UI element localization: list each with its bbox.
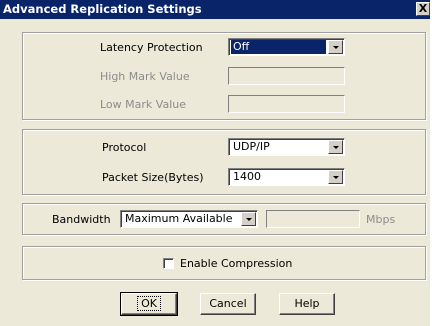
transport-group xyxy=(22,129,426,195)
high-mark-input[interactable] xyxy=(228,67,345,85)
latency-protection-value: Off xyxy=(231,40,326,54)
bandwidth-amount-input[interactable] xyxy=(266,210,360,228)
cancel-button-label: Cancel xyxy=(209,297,247,310)
close-icon[interactable]: X xyxy=(416,2,430,16)
bandwidth-mode-value: Maximum Available xyxy=(125,212,233,225)
packet-size-select[interactable]: 1400 xyxy=(228,168,345,186)
chevron-down-icon[interactable] xyxy=(241,212,256,226)
enable-compression-label[interactable]: Enable Compression xyxy=(180,257,292,270)
packet-size-value: 1400 xyxy=(233,170,261,183)
protocol-select[interactable]: UDP/IP xyxy=(228,138,345,156)
packet-size-label: Packet Size(Bytes) xyxy=(102,171,204,184)
low-mark-input[interactable] xyxy=(228,95,345,113)
high-mark-label: High Mark Value xyxy=(100,70,190,83)
window-title: Advanced Replication Settings xyxy=(3,2,202,16)
latency-group xyxy=(22,32,426,120)
chevron-down-icon[interactable] xyxy=(328,170,343,184)
bandwidth-mode-select[interactable]: Maximum Available xyxy=(120,210,258,228)
bandwidth-unit-label: Mbps xyxy=(366,213,396,226)
protocol-value: UDP/IP xyxy=(233,140,270,153)
help-button-label: Help xyxy=(294,297,320,310)
help-button[interactable]: Help xyxy=(279,293,335,315)
chevron-down-icon[interactable] xyxy=(328,40,343,54)
latency-protection-select[interactable]: Off xyxy=(228,38,345,56)
cancel-button[interactable]: Cancel xyxy=(200,293,256,315)
bandwidth-label: Bandwidth xyxy=(52,213,111,226)
enable-compression-checkbox[interactable] xyxy=(163,258,174,269)
ok-button[interactable]: OK xyxy=(120,292,178,316)
low-mark-label: Low Mark Value xyxy=(100,98,186,111)
chevron-down-icon[interactable] xyxy=(328,140,343,154)
protocol-label: Protocol xyxy=(102,141,147,154)
title-bar[interactable]: Advanced Replication Settings X xyxy=(0,0,430,19)
latency-protection-label: Latency Protection xyxy=(100,41,203,54)
advanced-replication-dialog: Advanced Replication Settings X Latency … xyxy=(0,0,431,326)
ok-button-label: OK xyxy=(137,296,161,311)
